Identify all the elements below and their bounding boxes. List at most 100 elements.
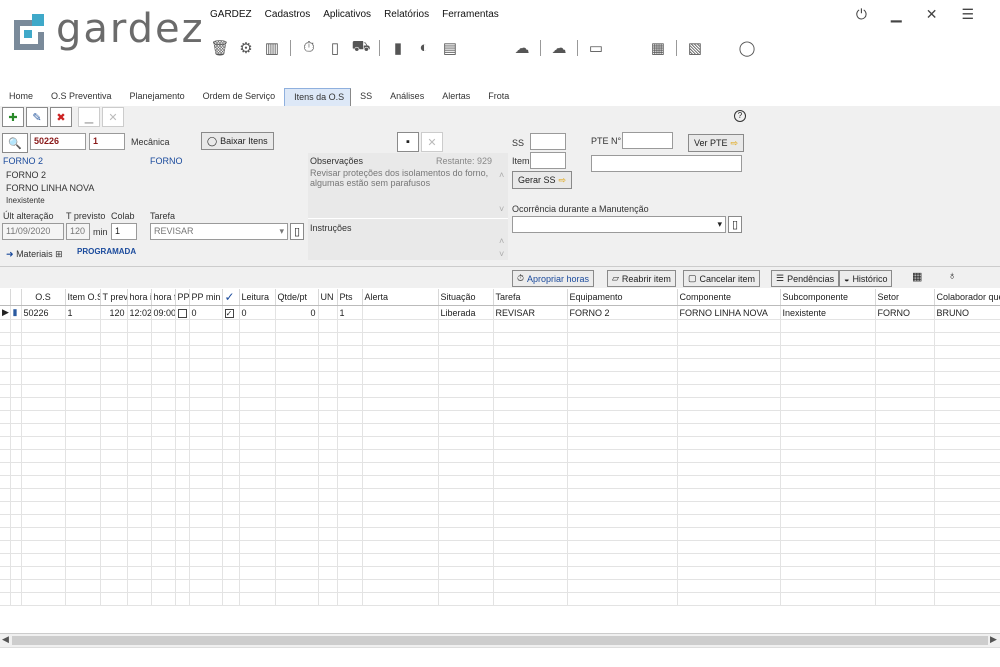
column-header[interactable]: Alerta xyxy=(362,289,439,306)
colab-field[interactable]: 1 xyxy=(111,223,137,240)
report-icon[interactable]: ▤ xyxy=(440,39,460,57)
user-icon[interactable]: ◯ xyxy=(737,39,757,57)
historico-button[interactable]: ◒ Histórico xyxy=(839,270,893,287)
tab-ordem-servico[interactable]: Ordem de Serviço xyxy=(194,88,285,106)
menu-cadastros[interactable]: Cadastros xyxy=(265,9,311,20)
column-header[interactable]: Tarefa xyxy=(493,289,568,306)
cell-colaborador[interactable]: BRUNO xyxy=(934,305,1000,320)
gerar-ss-button[interactable]: Gerar SS ⇨ xyxy=(512,171,573,189)
print-icon[interactable]: ▦ xyxy=(912,270,922,283)
cell-t-prev[interactable]: 120 xyxy=(100,305,128,320)
network-icon[interactable]: ▧ xyxy=(685,39,705,57)
power-icon[interactable]: ⏻ xyxy=(856,6,867,23)
tarefa-lookup-icon[interactable]: ▯ xyxy=(290,223,304,240)
tab-planejamento[interactable]: Planejamento xyxy=(121,88,194,106)
cell-alerta[interactable] xyxy=(362,305,439,320)
tab-os-preventiva[interactable]: O.S Preventiva xyxy=(42,88,121,106)
column-header[interactable]: ✓ xyxy=(222,289,240,306)
column-header[interactable]: Item O.S xyxy=(65,289,101,306)
trash-icon[interactable]: 🗑 xyxy=(210,39,230,57)
reabrir-item-button[interactable]: ▱ Reabrir item xyxy=(607,270,676,287)
cell-situacao[interactable]: Liberada xyxy=(438,305,494,320)
close-icon[interactable]: ✕ xyxy=(926,6,938,23)
column-header[interactable]: Subcomponente xyxy=(780,289,876,306)
cell-qtde-pt[interactable]: 0 xyxy=(275,305,319,320)
column-header[interactable]: PP xyxy=(175,289,190,306)
scroll-up-icon-2[interactable]: ˄ xyxy=(499,236,504,246)
tab-alertas[interactable]: Alertas xyxy=(433,88,479,106)
cloud-upload-icon[interactable]: ☁ xyxy=(549,39,569,57)
barcode-icon[interactable]: ▮ xyxy=(388,39,408,57)
column-header[interactable]: Leitura xyxy=(239,289,276,306)
minimize-icon[interactable]: ▁ xyxy=(891,6,902,23)
ss-item-field[interactable] xyxy=(530,152,566,169)
baixar-itens-button[interactable]: ◯ Baixar Itens xyxy=(201,132,274,150)
cloud-download-icon[interactable]: ☁ xyxy=(512,39,532,57)
column-header[interactable]: Colaborador que fe xyxy=(934,289,1000,306)
ocorrencia-select[interactable]: ▾ xyxy=(512,216,726,233)
menu-ferramentas[interactable]: Ferramentas xyxy=(442,9,499,20)
column-header[interactable]: hora i xyxy=(127,289,152,306)
column-header[interactable]: Setor xyxy=(875,289,935,306)
pte-description-field[interactable] xyxy=(591,155,742,172)
scroll-down-icon[interactable]: ˅ xyxy=(499,204,504,214)
cancel-icon[interactable]: ✕ xyxy=(102,107,124,127)
column-header[interactable]: hora f xyxy=(151,289,176,306)
pp-checkbox[interactable] xyxy=(177,308,187,318)
mouse-icon[interactable]: ◐ xyxy=(414,39,434,56)
scroll-right-icon[interactable]: ▶ xyxy=(990,634,997,645)
column-header[interactable]: Equipamento xyxy=(567,289,678,306)
tarefa-select[interactable]: REVISAR ▾ xyxy=(150,223,288,240)
save-icon[interactable]: ▪ xyxy=(397,132,419,152)
cell-componente[interactable]: FORNO LINHA NOVA xyxy=(677,305,781,320)
tab-analises[interactable]: Análises xyxy=(381,88,433,106)
cell-os[interactable]: 50226 xyxy=(21,305,66,320)
delete-item-icon[interactable]: ✖ xyxy=(50,107,72,127)
column-header[interactable]: UN xyxy=(318,289,338,306)
menu-relatorios[interactable]: Relatórios xyxy=(384,9,429,20)
printer-list-icon[interactable]: ▦ xyxy=(648,39,668,57)
cell-equipamento[interactable]: FORNO 2 xyxy=(567,305,678,320)
expand-icon[interactable]: ⊞ xyxy=(55,249,63,259)
column-header[interactable]: Componente xyxy=(677,289,781,306)
tab-ss[interactable]: SS xyxy=(351,88,381,106)
menu-aplicativos[interactable]: Aplicativos xyxy=(323,9,371,20)
building-icon[interactable]: ▥ xyxy=(262,39,282,57)
cell-hora-i[interactable]: 12:02 xyxy=(127,305,152,320)
cell-pp-min[interactable]: 0 xyxy=(189,305,223,320)
pte-field[interactable] xyxy=(622,132,673,149)
cell-leitura[interactable]: 0 xyxy=(239,305,276,320)
stopwatch-icon[interactable]: ⏱ xyxy=(299,39,319,56)
column-header[interactable]: Pts xyxy=(337,289,363,306)
tab-frota[interactable]: Frota xyxy=(479,88,518,106)
cell-pp[interactable] xyxy=(175,305,190,320)
cell-setor[interactable]: FORNO xyxy=(875,305,935,320)
ver-pte-button[interactable]: Ver PTE ⇨ xyxy=(688,134,745,152)
done-checkbox[interactable]: ✓ xyxy=(224,308,234,318)
cell-hora-f[interactable]: 09:00 xyxy=(151,305,176,320)
scroll-left-icon[interactable]: ◀ xyxy=(2,634,9,645)
cell-check[interactable]: ✓ xyxy=(222,305,240,320)
obs-text[interactable]: Revisar proteções dos isolamentos do for… xyxy=(310,168,498,188)
edit-item-icon[interactable]: ✎ xyxy=(26,107,48,127)
cell-item-os[interactable]: 1 xyxy=(65,305,101,320)
scrollbar-thumb[interactable] xyxy=(12,636,988,645)
document-icon[interactable]: ▯ xyxy=(325,39,345,57)
help-icon[interactable]: ? xyxy=(734,110,746,122)
gear-icon[interactable]: ⚙ xyxy=(236,39,256,57)
cart-icon[interactable]: ⛟ xyxy=(351,38,371,57)
cell-subcomponente[interactable]: Inexistente xyxy=(780,305,876,320)
mobile-icon[interactable]: ▭ xyxy=(586,39,606,57)
column-header[interactable]: T prev xyxy=(100,289,128,306)
menu-gardez[interactable]: GARDEZ xyxy=(210,9,252,20)
pendencias-button[interactable]: ☰ Pendências xyxy=(771,270,840,287)
scroll-down-icon-2[interactable]: ˅ xyxy=(499,249,504,259)
scroll-up-icon[interactable]: ˄ xyxy=(499,170,504,180)
t-previsto-field[interactable]: 120 xyxy=(66,223,90,240)
hamburger-menu-icon[interactable]: ☰ xyxy=(961,6,974,23)
ocorrencia-lookup-icon[interactable]: ▯ xyxy=(728,216,742,233)
column-header[interactable]: O.S xyxy=(21,289,66,306)
cell-pts[interactable]: 1 xyxy=(337,305,363,320)
cancelar-item-button[interactable]: ▢ Cancelar item xyxy=(683,270,761,287)
cell-tarefa[interactable]: REVISAR xyxy=(493,305,568,320)
